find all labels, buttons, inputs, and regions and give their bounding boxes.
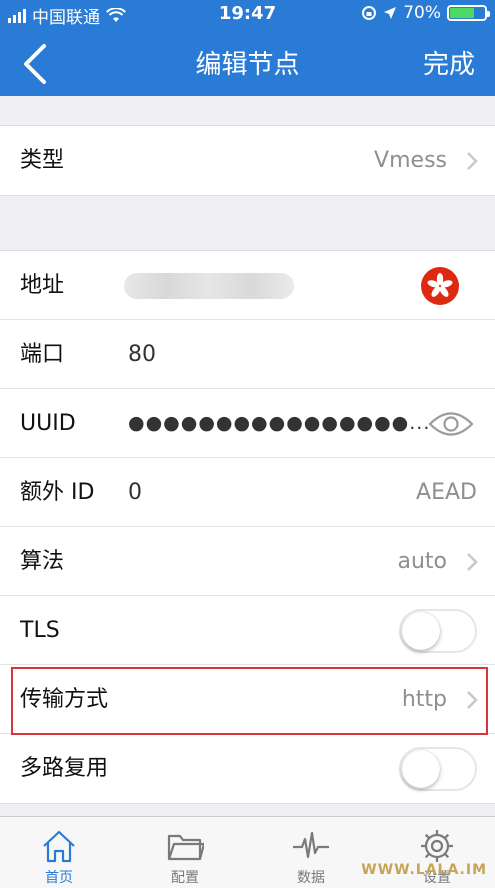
- address-field-blurred[interactable]: [124, 273, 294, 299]
- tab-label: 首页: [45, 870, 73, 886]
- done-button[interactable]: 完成: [423, 44, 475, 81]
- mux-toggle[interactable]: [399, 747, 477, 791]
- nav-bar: 编辑节点 完成: [0, 28, 495, 96]
- settings-group: 地址 端口 80 UUID ●●●●●●●●●●●●●●●●... 额外 ID …: [0, 250, 495, 804]
- battery-percent: 70%: [403, 3, 441, 23]
- chevron-right-icon: [467, 152, 478, 170]
- location-icon: [384, 7, 397, 19]
- toggle-knob: [402, 612, 440, 650]
- tls-toggle[interactable]: [399, 609, 477, 653]
- tab-label: 数据: [297, 870, 325, 886]
- transport-value: http: [401, 687, 447, 712]
- type-label: 类型: [20, 148, 65, 173]
- address-label: 地址: [20, 273, 65, 298]
- alter-id-label: 额外 ID: [20, 480, 95, 505]
- mux-label: 多路复用: [20, 756, 109, 781]
- port-row[interactable]: 端口 80: [0, 320, 495, 389]
- toggle-knob: [402, 750, 440, 788]
- folder-icon: [167, 834, 204, 861]
- rotation-lock-icon: [362, 6, 377, 20]
- algorithm-label: 算法: [20, 549, 65, 574]
- tls-label: TLS: [20, 618, 60, 643]
- pulse-icon: [293, 831, 329, 859]
- alter-id-input[interactable]: 0: [128, 458, 142, 527]
- gear-icon: [421, 830, 453, 862]
- alter-id-row[interactable]: 额外 ID 0 AEAD: [0, 458, 495, 527]
- type-value: Vmess: [374, 148, 447, 173]
- port-input[interactable]: 80: [128, 320, 156, 389]
- uuid-label: UUID: [20, 411, 76, 436]
- uuid-input[interactable]: ●●●●●●●●●●●●●●●●...: [128, 389, 430, 458]
- chevron-right-icon: [467, 553, 478, 571]
- algorithm-value: auto: [397, 549, 447, 574]
- port-label: 端口: [20, 342, 65, 367]
- tls-row: TLS: [0, 596, 495, 665]
- type-group: 类型 Vmess: [0, 125, 495, 196]
- tab-label: 配置: [171, 870, 199, 886]
- eye-icon[interactable]: [427, 407, 475, 441]
- transport-label: 传输方式: [20, 687, 109, 712]
- algorithm-row[interactable]: 算法 auto: [0, 527, 495, 596]
- address-row[interactable]: 地址: [0, 251, 495, 320]
- tab-data[interactable]: 数据: [266, 817, 356, 888]
- transport-row[interactable]: 传输方式 http: [0, 665, 495, 734]
- tab-home[interactable]: 首页: [14, 817, 104, 888]
- tab-config[interactable]: 配置: [140, 817, 230, 888]
- mux-row: 多路复用: [0, 734, 495, 803]
- home-icon: [43, 830, 75, 863]
- watermark: WWW.LALA.IM: [361, 862, 487, 878]
- page-title: 编辑节点: [195, 50, 300, 80]
- uuid-row[interactable]: UUID ●●●●●●●●●●●●●●●●...: [0, 389, 495, 458]
- aead-label: AEAD: [416, 480, 477, 505]
- battery-icon: [447, 5, 490, 21]
- chevron-right-icon: [467, 691, 478, 709]
- hong-kong-flag-icon: [421, 267, 459, 305]
- status-bar: 中国联通 19:47 70%: [0, 0, 495, 28]
- header: 中国联通 19:47 70% 编辑节点 完成: [0, 0, 495, 96]
- type-row[interactable]: 类型 Vmess: [0, 126, 495, 195]
